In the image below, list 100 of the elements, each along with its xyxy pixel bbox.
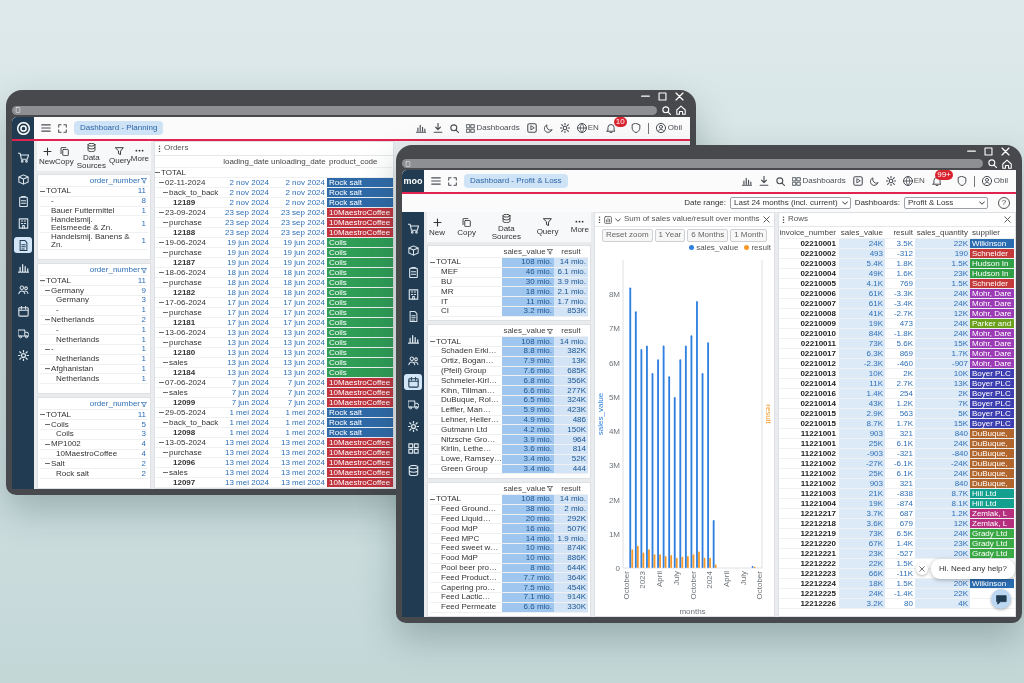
shield-icon[interactable] [630, 123, 641, 133]
close-icon[interactable] [763, 216, 770, 223]
dashboards-link[interactable]: Dashboards [791, 176, 846, 186]
menu-icon[interactable] [41, 123, 51, 133]
collapse-icon[interactable] [163, 281, 168, 284]
bell-icon[interactable] [605, 123, 616, 133]
chart-type-icon[interactable] [604, 215, 612, 224]
copy-button[interactable]: Copy [55, 146, 74, 166]
collapse-icon[interactable] [163, 391, 168, 394]
collapse-icon[interactable] [45, 348, 50, 351]
collapse-icon[interactable] [163, 191, 168, 194]
search-icon[interactable] [662, 105, 671, 115]
zoom-button[interactable]: 1 Year [654, 229, 686, 242]
zoom-button[interactable]: 1 Month [730, 229, 768, 242]
minimize-icon[interactable] [641, 95, 650, 98]
filter-icon[interactable] [546, 249, 553, 255]
dashboard-select[interactable]: Profit & Loss [904, 196, 988, 210]
maximize-icon[interactable] [984, 146, 993, 156]
home-icon[interactable] [1002, 158, 1012, 169]
caret-icon[interactable] [615, 217, 621, 222]
table-cell-text: 563 [898, 409, 914, 418]
collapse-icon[interactable] [159, 301, 164, 304]
dashboard-tab[interactable]: Dashboard - Planning [74, 120, 164, 136]
collapse-icon[interactable] [159, 441, 164, 444]
collapse-icon[interactable] [163, 471, 168, 474]
data-sources-button[interactable]: Data Sources [73, 142, 109, 170]
collapse-icon[interactable] [159, 331, 164, 334]
search-icon[interactable] [988, 159, 997, 168]
drag-handle-icon[interactable] [598, 215, 601, 224]
collapse-icon[interactable] [159, 381, 164, 384]
shield-icon[interactable] [956, 176, 967, 186]
collapse-icon[interactable] [163, 251, 168, 254]
menu-icon[interactable] [431, 176, 441, 186]
address-field[interactable] [402, 159, 983, 168]
collapse-icon[interactable] [163, 341, 168, 344]
settings-icon[interactable] [885, 176, 896, 186]
sidebar-button[interactable] [404, 374, 422, 390]
bar-chart-icon[interactable] [741, 176, 752, 186]
close-button[interactable] [916, 563, 928, 575]
download-icon[interactable] [758, 176, 769, 186]
fullscreen-icon[interactable] [58, 123, 67, 133]
more-button[interactable]: More [570, 220, 589, 234]
close-icon[interactable] [1004, 216, 1011, 223]
user-name[interactable]: Obil [667, 124, 682, 132]
more-button[interactable]: More [130, 149, 149, 163]
collapse-icon[interactable] [163, 421, 168, 424]
collapse-icon[interactable] [163, 221, 168, 224]
sidebar-button[interactable] [14, 237, 32, 253]
filter-icon[interactable] [141, 401, 147, 408]
moon-icon[interactable] [543, 123, 553, 133]
home-icon[interactable] [676, 105, 686, 115]
data-sources-button[interactable]: Data Sources [488, 213, 525, 241]
play-icon[interactable] [526, 123, 537, 133]
filter-icon[interactable] [141, 178, 147, 184]
globe-icon[interactable] [576, 123, 587, 133]
chat-launcher-button[interactable] [991, 589, 1011, 609]
zoom-button[interactable]: 6 Months [687, 229, 729, 242]
user-icon[interactable] [981, 176, 992, 186]
address-field[interactable] [12, 105, 657, 115]
new-button[interactable]: New [39, 146, 55, 166]
drag-handle-icon[interactable] [782, 215, 785, 224]
filter-icon[interactable] [546, 486, 553, 492]
new-button[interactable]: New [429, 217, 445, 237]
bar-chart-icon[interactable] [415, 123, 426, 133]
copy-button[interactable]: Copy [457, 217, 476, 237]
user-name[interactable]: Obil [993, 177, 1008, 185]
dashboard-tab[interactable]: Dashboard - Profit & Loss [464, 173, 568, 189]
collapse-icon[interactable] [163, 311, 168, 314]
table-cell: Zemlak, L [970, 519, 1014, 528]
user-icon[interactable] [655, 123, 666, 133]
row-label: MP1002 [51, 440, 81, 449]
collapse-icon[interactable] [159, 241, 164, 244]
collapse-icon[interactable] [159, 411, 164, 414]
date-range-select[interactable]: Last 24 months (incl. current) [730, 196, 851, 210]
collapse-icon[interactable] [163, 361, 168, 364]
play-icon[interactable] [852, 176, 863, 186]
collapse-icon[interactable] [45, 423, 50, 426]
search-icon[interactable] [449, 123, 459, 133]
collapse-icon[interactable] [159, 181, 164, 184]
globe-icon[interactable] [902, 176, 913, 186]
fullscreen-icon[interactable] [448, 176, 457, 186]
moon-icon[interactable] [869, 176, 879, 186]
minimize-icon[interactable] [967, 149, 976, 153]
search-icon[interactable] [775, 176, 785, 186]
collapse-icon[interactable] [159, 271, 164, 274]
filter-icon[interactable] [546, 328, 553, 335]
zoom-button[interactable]: Reset zoom [601, 229, 653, 242]
dashboards-link[interactable]: Dashboards [465, 123, 520, 133]
download-icon[interactable] [432, 123, 443, 133]
cart-icon [17, 151, 29, 163]
bell-icon[interactable] [931, 176, 942, 186]
settings-icon[interactable] [559, 123, 570, 133]
query-button[interactable]: Query [536, 217, 559, 237]
maximize-icon[interactable] [658, 92, 667, 101]
collapse-icon[interactable] [159, 211, 164, 214]
drag-handle-icon[interactable] [158, 144, 161, 153]
filter-icon[interactable] [141, 267, 147, 274]
collapse-icon[interactable] [155, 171, 160, 174]
query-button[interactable]: Query [108, 146, 131, 166]
collapse-icon[interactable] [163, 451, 168, 454]
